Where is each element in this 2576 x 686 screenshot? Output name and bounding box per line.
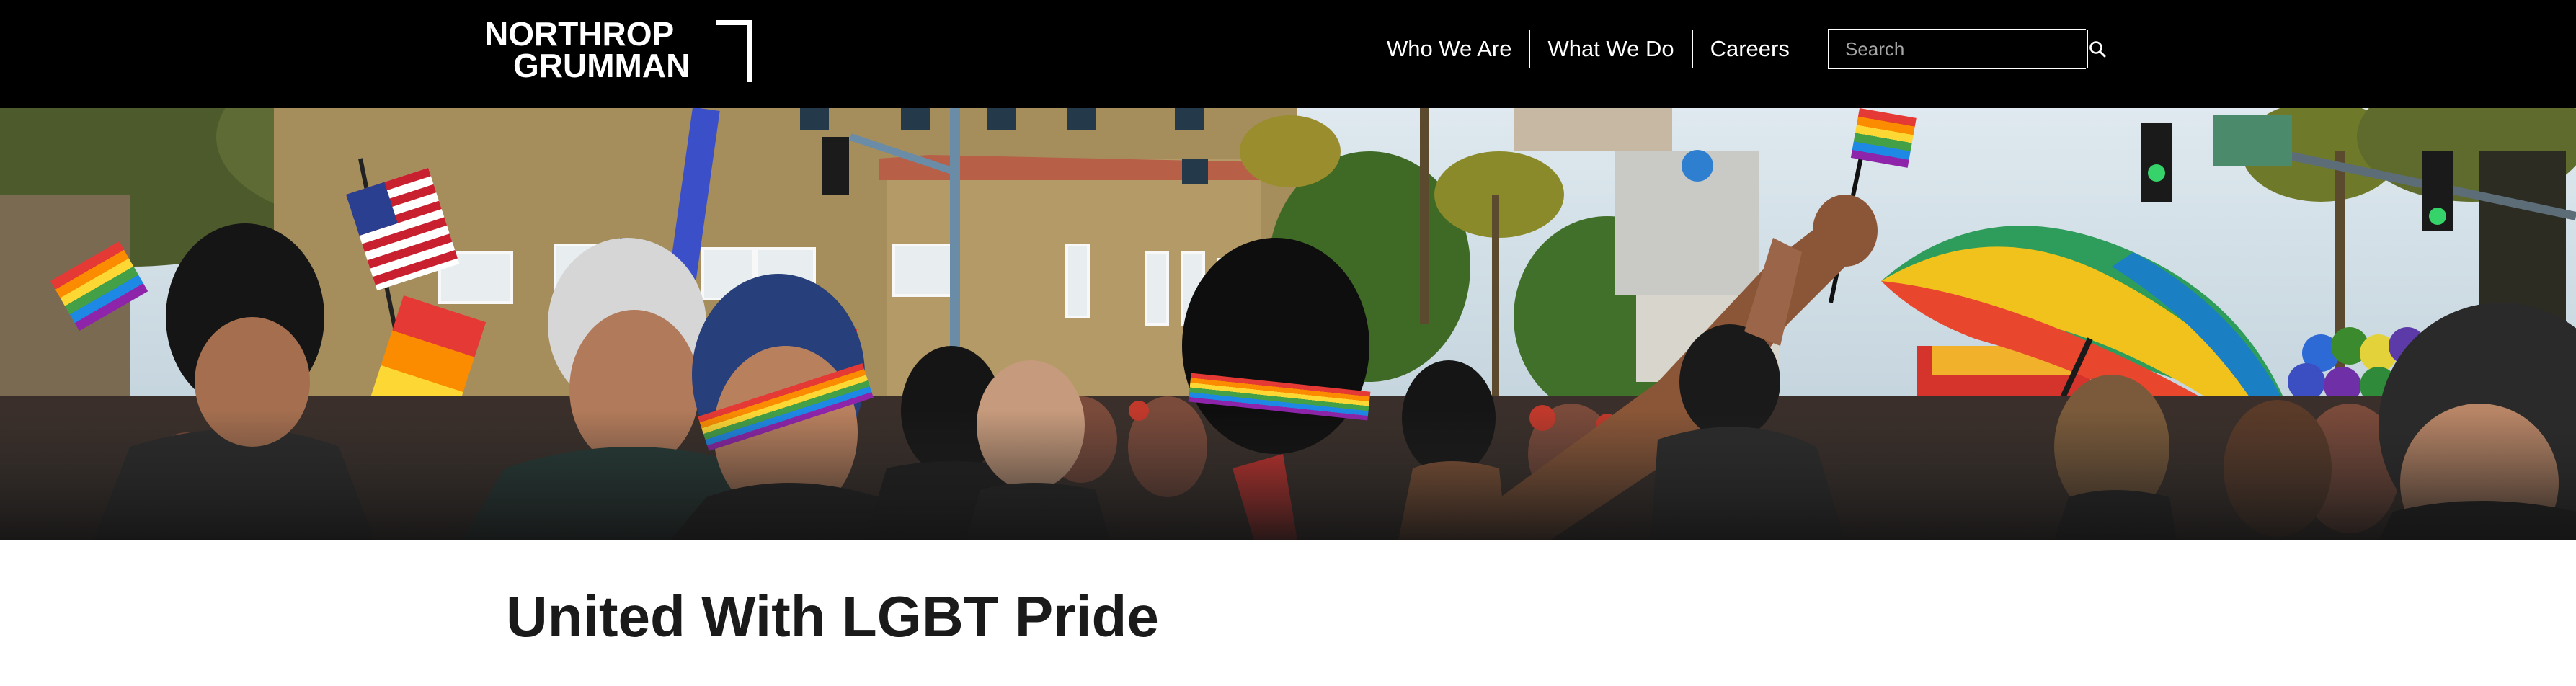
search-box xyxy=(1828,29,2107,69)
logo-text-northrop: NORTHROP xyxy=(484,15,675,53)
search-button[interactable] xyxy=(2087,30,2107,68)
search-icon xyxy=(2089,41,2106,58)
nav-link-careers[interactable]: Careers xyxy=(1693,29,1807,69)
nav-link-what-we-do[interactable]: What We Do xyxy=(1530,29,1691,69)
nav-link-who-we-are[interactable]: Who We Are xyxy=(1369,29,1529,69)
logo-bracket-mark xyxy=(716,20,752,82)
page-title: United With LGBT Pride xyxy=(506,584,1159,649)
logo-text-grumman: GRUMMAN xyxy=(513,47,690,84)
hero-banner: sio xyxy=(0,108,2576,540)
northrop-grumman-logo[interactable]: NORTHROP GRUMMAN xyxy=(484,17,773,84)
site-header: NORTHROP GRUMMAN Who We Are What We Do C… xyxy=(0,0,2576,108)
pride-parade-photo: sio xyxy=(0,108,2576,540)
main-navigation: Who We Are What We Do Careers xyxy=(1369,29,1807,69)
search-input[interactable] xyxy=(1829,30,2087,68)
